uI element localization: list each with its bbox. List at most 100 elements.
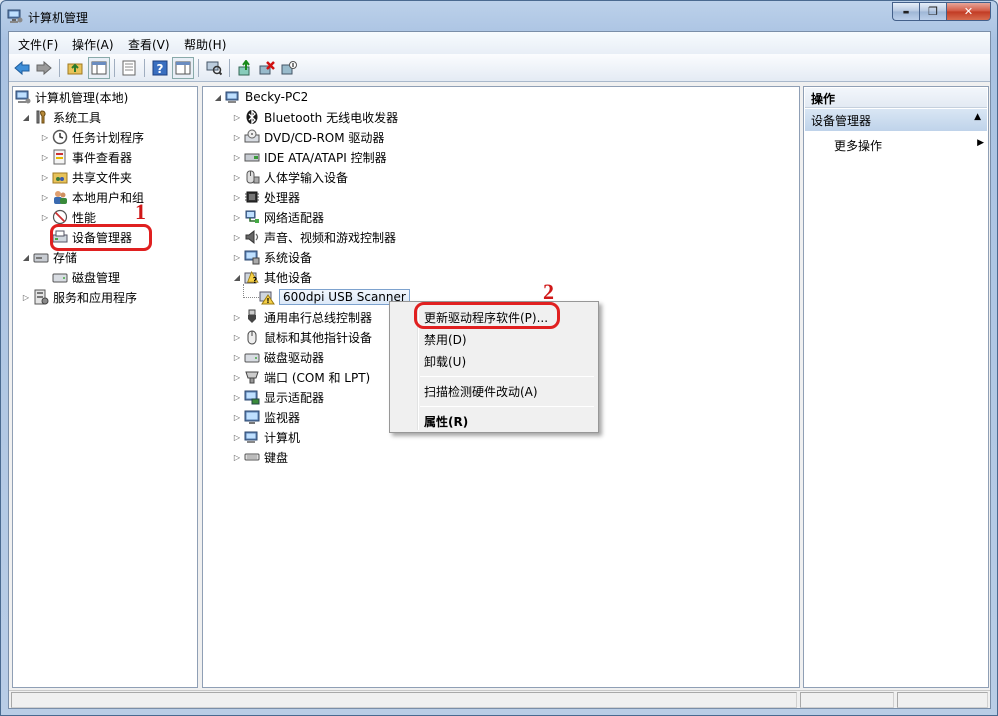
svg-text:!: ! <box>266 297 269 305</box>
menu-file[interactable]: 文件(F) <box>18 36 58 53</box>
tree-item-sound-controller[interactable]: ▷ 声音、视频和游戏控制器 <box>232 227 396 247</box>
tree-label: 性能 <box>72 210 97 225</box>
expand-triangle-icon[interactable]: ▷ <box>232 212 242 222</box>
tree-item-event-viewer[interactable]: ▷ 事件查看器 <box>40 147 132 167</box>
show-hide-action-pane-button[interactable] <box>172 57 194 79</box>
expand-triangle-icon[interactable]: ▷ <box>40 132 50 142</box>
scan-hardware-button[interactable] <box>203 57 225 79</box>
expand-triangle-icon[interactable]: ▷ <box>232 312 242 322</box>
tree-item-monitors[interactable]: ▷ 监视器 <box>232 407 300 427</box>
close-button[interactable]: ✕ <box>946 2 991 21</box>
tree-item-processor[interactable]: ▷ 处理器 <box>232 187 300 207</box>
tree-label: 其他设备 <box>264 270 313 285</box>
expand-triangle-icon[interactable]: ▷ <box>232 432 242 442</box>
expand-triangle-icon[interactable]: ▷ <box>40 172 50 182</box>
maximize-button[interactable]: ❐ <box>919 2 946 21</box>
actions-header: 操作 <box>805 88 987 108</box>
minimize-button[interactable]: ▬ <box>892 2 919 21</box>
tree-label: 系统设备 <box>264 250 313 265</box>
tree-item-display-adapter[interactable]: ▷ 显示适配器 <box>232 387 324 407</box>
tree-label: 磁盘驱动器 <box>264 350 325 365</box>
show-hide-console-tree-button[interactable] <box>88 57 110 79</box>
expand-triangle-icon[interactable]: ▷ <box>232 352 242 362</box>
tree-item-bluetooth[interactable]: ▷ Bluetooth 无线电收发器 <box>232 107 398 127</box>
svg-text:?: ? <box>157 62 164 76</box>
help-button[interactable]: ? <box>149 57 171 79</box>
forward-button[interactable] <box>33 57 55 79</box>
menu-view[interactable]: 查看(V) <box>128 36 170 53</box>
tree-label: 端口 (COM 和 LPT) <box>264 370 371 385</box>
uninstall-button[interactable] <box>256 57 278 79</box>
expand-triangle-icon[interactable]: ▷ <box>232 192 242 202</box>
tree-item-mouse[interactable]: ▷ 鼠标和其他指针设备 <box>232 327 372 347</box>
expand-triangle-icon[interactable]: ▷ <box>40 212 50 222</box>
computer-icon <box>225 89 241 105</box>
expand-triangle-icon[interactable]: ▷ <box>232 232 242 242</box>
tree-item-task-scheduler[interactable]: ▷ 任务计划程序 <box>40 127 144 147</box>
menu-help[interactable]: 帮助(H) <box>184 36 226 53</box>
tree-item-computer[interactable]: ▷ 计算机 <box>232 427 300 447</box>
expand-triangle-icon[interactable]: ▷ <box>232 152 242 162</box>
tree-item-dvd-rom[interactable]: ▷ DVD/CD-ROM 驱动器 <box>232 127 384 147</box>
tree-item-network-adapter[interactable]: ▷ 网络适配器 <box>232 207 324 227</box>
collapse-triangle-icon[interactable]: ◢ <box>21 252 31 262</box>
tree-label: 处理器 <box>264 190 301 205</box>
export-list-button[interactable] <box>118 57 140 79</box>
expand-triangle-icon[interactable]: ▷ <box>232 332 242 342</box>
expand-triangle-icon[interactable]: ▷ <box>40 192 50 202</box>
menu-item-scan-hardware[interactable]: 扫描检测硬件改动(A) <box>424 383 538 400</box>
collapse-triangle-icon[interactable]: ◢ <box>21 112 31 122</box>
tree-item-local-users[interactable]: ▷ 本地用户和组 <box>40 187 144 207</box>
expand-triangle-icon[interactable]: ▷ <box>232 112 242 122</box>
expand-triangle-icon[interactable]: ▷ <box>232 412 242 422</box>
tree-item-usb-controller[interactable]: ▷ 通用串行总线控制器 <box>232 307 372 327</box>
users-icon <box>52 189 68 205</box>
tree-item-ports[interactable]: ▷ 端口 (COM 和 LPT) <box>232 367 370 387</box>
tree-item-system-tools[interactable]: ◢ 系统工具 <box>21 107 101 127</box>
up-level-button[interactable] <box>64 57 86 79</box>
menu-item-disable[interactable]: 禁用(D) <box>424 331 467 348</box>
tree-item-becky-pc2[interactable]: ◢ Becky-PC2 <box>213 87 308 107</box>
expand-triangle-icon[interactable]: ▷ <box>232 172 242 182</box>
expand-triangle-icon[interactable]: ▷ <box>40 152 50 162</box>
expand-triangle-icon[interactable]: ▷ <box>232 372 242 382</box>
more-actions-item[interactable]: 更多操作 ▶ <box>834 137 984 154</box>
tree-item-computer-management[interactable]: 计算机管理(本地) <box>15 87 128 107</box>
tree-label: 计算机管理(本地) <box>35 90 129 105</box>
title-bar[interactable]: 计算机管理 ▬ ❐ ✕ <box>1 1 997 31</box>
tree-item-disk-management[interactable]: 磁盘管理 <box>52 267 120 287</box>
collapse-triangle-icon[interactable]: ◢ <box>232 272 242 282</box>
expand-triangle-icon[interactable]: ▷ <box>232 252 242 262</box>
update-driver-button[interactable] <box>234 57 256 79</box>
console-tree-pane[interactable]: 计算机管理(本地) ◢ 系统工具 ▷ 任务计划程序 ▷ 事件查看器 ▷ 共享文件… <box>12 86 198 688</box>
collapse-up-icon[interactable]: ▲ <box>974 112 981 122</box>
disk-icon <box>52 269 68 285</box>
system-device-icon <box>244 249 260 265</box>
expand-triangle-icon[interactable]: ▷ <box>21 292 31 302</box>
tree-item-disk-drives[interactable]: ▷ 磁盘驱动器 <box>232 347 324 367</box>
tree-item-system-devices[interactable]: ▷ 系统设备 <box>232 247 312 267</box>
tree-label: 网络适配器 <box>264 210 325 225</box>
tree-item-shared-folders[interactable]: ▷ 共享文件夹 <box>40 167 132 187</box>
expand-triangle-icon[interactable]: ▷ <box>232 452 242 462</box>
menu-item-properties[interactable]: 属性(R) <box>424 413 468 430</box>
toolbar-separator <box>114 59 115 77</box>
tree-item-usb-scanner[interactable]: ! 600dpi USB Scanner <box>259 287 410 307</box>
window-title: 计算机管理 <box>28 11 89 25</box>
tree-item-hid[interactable]: ▷ 人体学输入设备 <box>232 167 348 187</box>
back-arrow-icon <box>14 60 30 76</box>
menu-action[interactable]: 操作(A) <box>72 36 114 53</box>
expand-triangle-icon[interactable]: ▷ <box>232 392 242 402</box>
tree-item-ide-controller[interactable]: ▷ IDE ATA/ATAPI 控制器 <box>232 147 387 167</box>
disable-button[interactable] <box>278 57 300 79</box>
expand-triangle-icon[interactable]: ▷ <box>232 132 242 142</box>
window: 计算机管理 ▬ ❐ ✕ 文件(F) 操作(A) 查看(V) 帮助(H) ? 计算… <box>0 0 998 716</box>
menu-item-uninstall[interactable]: 卸载(U) <box>424 353 466 370</box>
tree-item-keyboard[interactable]: ▷ 键盘 <box>232 447 288 467</box>
collapse-triangle-icon[interactable]: ◢ <box>213 92 223 102</box>
actions-section-device-manager[interactable]: 设备管理器 ▲ <box>805 109 987 131</box>
tree-label: 本地用户和组 <box>72 190 145 205</box>
speaker-icon <box>244 229 260 245</box>
back-button[interactable] <box>11 57 33 79</box>
tree-item-services-apps[interactable]: ▷ 服务和应用程序 <box>21 287 137 307</box>
